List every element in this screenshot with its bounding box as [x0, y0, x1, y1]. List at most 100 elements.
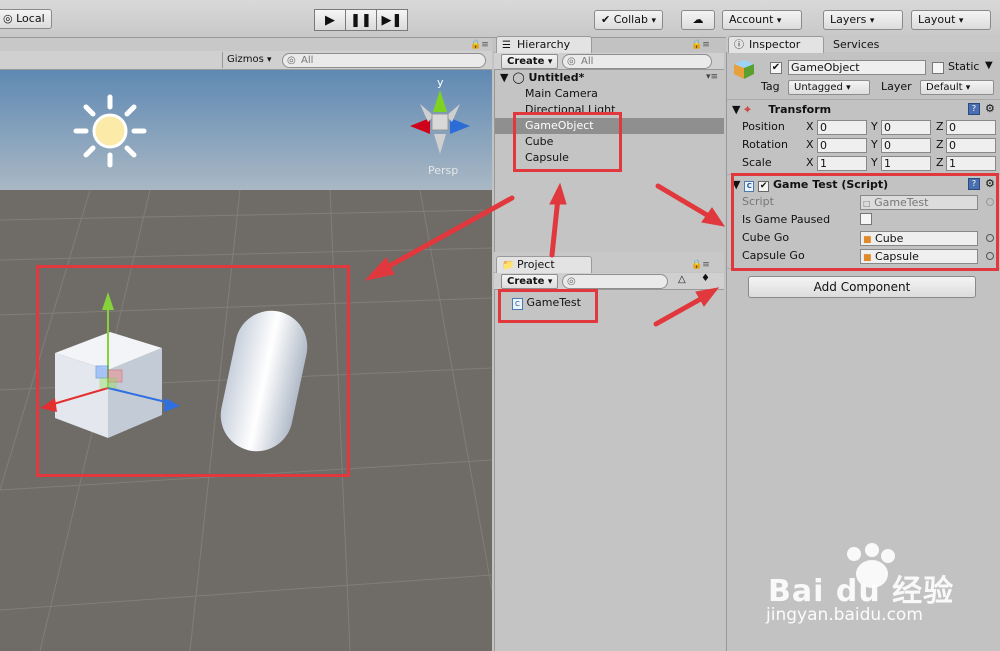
scene-search-input[interactable]: All	[282, 53, 486, 68]
position-z-field[interactable]: 0	[946, 120, 996, 135]
annotation-box-project	[498, 289, 598, 323]
hierarchy-lock-icon[interactable]: 🔒≡	[691, 40, 710, 50]
tag-value: Untagged	[794, 82, 843, 93]
play-icon: ▶	[325, 12, 335, 28]
axis-y-label: y	[437, 76, 444, 89]
layers-label: Layers	[830, 13, 867, 26]
layer-dropdown[interactable]: Default	[920, 80, 994, 95]
project-lock-icon[interactable]: 🔒≡	[691, 260, 710, 270]
filter-by-label-icon[interactable]: ♦	[701, 273, 710, 284]
inspector-tab-label: Inspector	[749, 38, 801, 51]
tag-label: Tag	[761, 80, 780, 93]
tab-project[interactable]: 📁 Project	[496, 256, 592, 273]
account-dropdown[interactable]: Account	[722, 10, 802, 30]
rotation-x-field[interactable]: 0	[817, 138, 867, 153]
layout-label: Layout	[918, 13, 956, 26]
rotation-label: Rotation	[742, 138, 789, 151]
folder-icon: 📁	[502, 260, 515, 271]
layer-label: Layer	[881, 80, 912, 93]
persp-label[interactable]: Persp	[428, 164, 458, 177]
scale-x-field[interactable]: 1	[817, 156, 867, 171]
hierarchy-search-input[interactable]: All	[562, 54, 712, 69]
scene-name-label: Untitled*	[528, 71, 585, 84]
transform-title: Transform	[768, 103, 832, 116]
collab-label: Collab	[613, 13, 648, 26]
list-icon: ☰	[502, 40, 511, 51]
pivot-local-toggle[interactable]: ◎ Local	[0, 9, 52, 29]
baidu-url: jingyan.baidu.com	[766, 605, 923, 625]
axis-x-label: X	[806, 156, 814, 169]
hierarchy-tab-label: Hierarchy	[517, 38, 571, 51]
play-button[interactable]: ▶	[314, 9, 346, 31]
gameobject-name-field[interactable]: GameObject	[788, 60, 926, 75]
layout-dropdown[interactable]: Layout	[911, 10, 991, 30]
project-tab-label: Project	[517, 258, 555, 271]
info-icon: ⓘ	[734, 40, 744, 51]
scene-search-placeholder: All	[301, 55, 314, 66]
expand-arrow-icon: ▼	[732, 103, 741, 116]
filter-by-type-icon[interactable]: △	[678, 274, 686, 285]
tag-dropdown[interactable]: Untagged	[788, 80, 870, 95]
divider	[727, 99, 1000, 100]
axis-x-label: X	[806, 138, 814, 151]
help-book-icon[interactable]: ?	[968, 103, 980, 115]
project-create-button[interactable]: Create	[501, 274, 559, 289]
hierarchy-create-label: Create	[507, 56, 545, 67]
scale-z-field[interactable]: 1	[946, 156, 996, 171]
axis-y-label: Y	[871, 120, 878, 133]
static-dropdown-icon[interactable]: ▼	[985, 60, 993, 71]
gameobject-active-checkbox[interactable]: ✔	[770, 62, 782, 74]
hierarchy-item-main-camera[interactable]: Main Camera	[525, 86, 598, 102]
tab-inspector[interactable]: ⓘ Inspector	[728, 36, 824, 53]
gameobject-cube-icon	[733, 58, 755, 80]
tab-hierarchy[interactable]: ☰ Hierarchy	[496, 36, 592, 53]
gizmos-dropdown[interactable]: Gizmos	[222, 52, 276, 68]
account-label: Account	[729, 13, 774, 26]
position-y-field[interactable]: 0	[881, 120, 931, 135]
rotation-z-field[interactable]: 0	[946, 138, 996, 153]
project-create-label: Create	[507, 276, 545, 287]
axis-z-label: Z	[936, 138, 944, 151]
scale-label: Scale	[742, 156, 772, 169]
annotation-box-scene	[36, 265, 350, 477]
lock-icon[interactable]: 🔒≡	[470, 40, 489, 50]
directional-light-icon[interactable]	[73, 94, 147, 168]
rotation-y-field[interactable]: 0	[881, 138, 931, 153]
local-label: Local	[16, 12, 45, 25]
tab-services[interactable]: Services	[833, 38, 879, 51]
hierarchy-search-placeholder: All	[581, 56, 594, 67]
collab-button[interactable]: ✔ Collab	[594, 10, 663, 30]
position-x-field[interactable]: 0	[817, 120, 867, 135]
add-component-button[interactable]: Add Component	[748, 276, 976, 298]
transform-icon: ⌖	[744, 103, 751, 116]
baidu-watermark-logo: Bai du 经验	[768, 540, 968, 609]
scale-y-field[interactable]: 1	[881, 156, 931, 171]
axis-y-label: Y	[871, 156, 878, 169]
main-toolbar: ◎ Local ▶ ❚❚ ▶❚ ✔ Collab ☁ Account Layer…	[0, 0, 1000, 38]
project-panel	[494, 272, 724, 651]
pause-button[interactable]: ❚❚	[345, 9, 377, 31]
check-icon: ✔	[601, 13, 611, 26]
gear-icon[interactable]: ⚙	[985, 102, 995, 115]
layers-dropdown[interactable]: Layers	[823, 10, 903, 30]
layer-value: Default	[926, 82, 963, 93]
step-button[interactable]: ▶❚	[376, 9, 408, 31]
global-icon: ◎	[3, 12, 13, 25]
annotation-box-inspector	[731, 173, 999, 271]
hierarchy-create-button[interactable]: Create	[501, 54, 559, 69]
scene-root-item[interactable]: ▼ ◯ Untitled*	[500, 71, 584, 84]
cloud-icon: ☁	[692, 13, 704, 26]
unity-scene-icon: ◯	[512, 71, 525, 84]
axis-z-label: Z	[936, 156, 944, 169]
project-search-input[interactable]	[562, 274, 668, 289]
expand-arrow-icon: ▼	[500, 71, 509, 84]
static-checkbox[interactable]	[932, 62, 944, 74]
static-label: Static	[948, 60, 980, 73]
annotation-box-hierarchy	[513, 112, 622, 172]
cloud-button[interactable]: ☁	[681, 10, 715, 30]
step-icon: ▶❚	[381, 12, 403, 28]
play-controls: ▶ ❚❚ ▶❚	[314, 9, 408, 31]
transform-header[interactable]: ▼ ⌖ Transform	[732, 103, 831, 117]
axis-x-label: X	[806, 120, 814, 133]
scene-options-icon[interactable]: ▾≡	[706, 72, 718, 82]
